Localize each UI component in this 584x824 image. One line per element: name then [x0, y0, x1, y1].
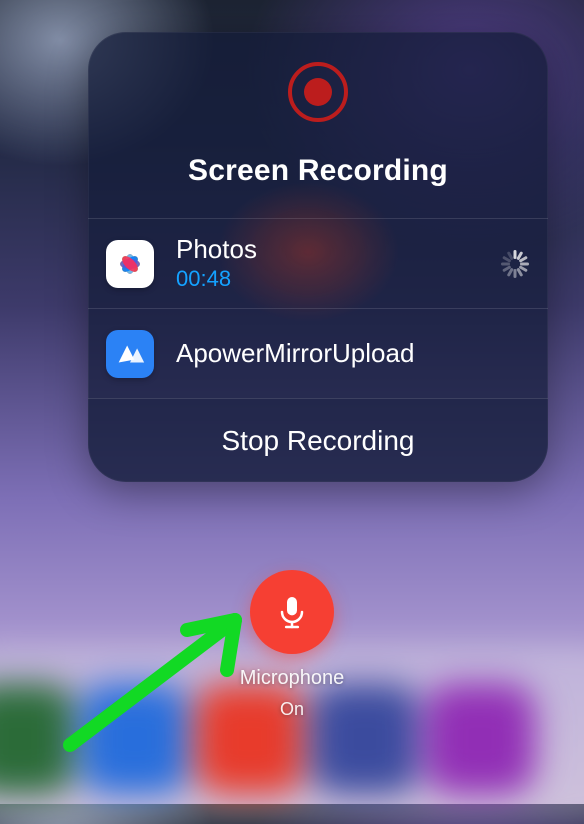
recording-indicator-icon	[88, 62, 548, 122]
photos-app-icon	[106, 240, 154, 288]
microphone-control: Microphone On	[0, 570, 584, 720]
stop-recording-button[interactable]: Stop Recording	[88, 398, 548, 482]
apowermirror-app-icon	[106, 330, 154, 378]
microphone-label: Microphone	[240, 666, 345, 691]
destination-row-photos[interactable]: Photos 00:48	[88, 219, 548, 309]
destination-name: Photos	[176, 235, 478, 265]
stop-recording-label: Stop Recording	[221, 425, 414, 457]
modal-title: Screen Recording	[88, 154, 548, 188]
destination-row-apower[interactable]: ApowerMirrorUpload	[88, 309, 548, 398]
destination-list: Photos 00:48 ApowerMirrorUpload	[88, 218, 548, 398]
microphone-icon	[272, 592, 312, 632]
recording-elapsed-time: 00:48	[176, 266, 478, 292]
screen-recording-modal: Screen Recording	[88, 32, 548, 482]
microphone-status: On	[280, 699, 304, 720]
destination-name: ApowerMirrorUpload	[176, 339, 530, 369]
loading-spinner-icon	[500, 249, 530, 279]
microphone-toggle-button[interactable]	[250, 570, 334, 654]
